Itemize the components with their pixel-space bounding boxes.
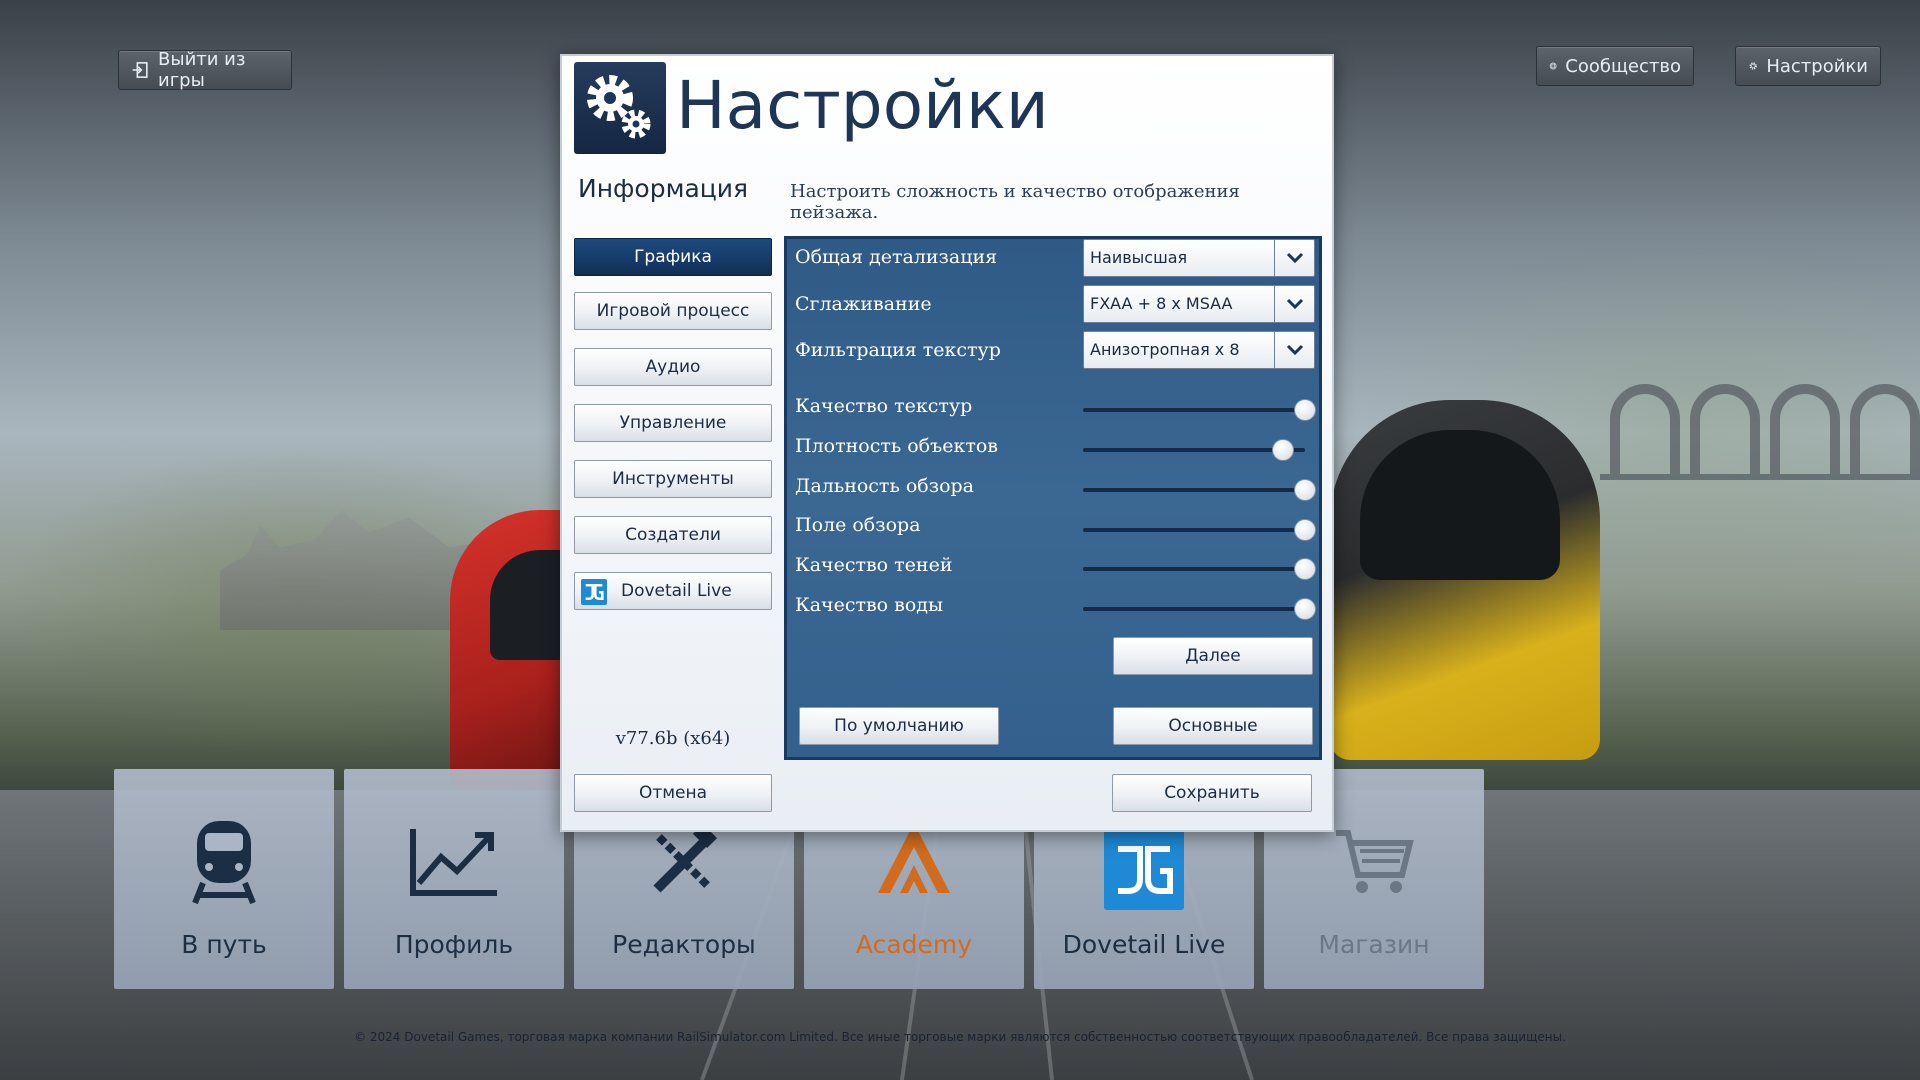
copyright-text: © 2024 Dovetail Games, торговая марка ко… bbox=[354, 1030, 1566, 1044]
texture-quality-slider[interactable] bbox=[1083, 398, 1316, 422]
save-button[interactable]: Сохранить bbox=[1112, 774, 1312, 812]
setting-label-texture-quality: Качество текстур bbox=[795, 395, 973, 417]
exit-game-label: Выйти из игры bbox=[158, 49, 246, 91]
setting-label-overall-detail: Общая детализация bbox=[795, 246, 998, 268]
tile-journey[interactable]: В путь bbox=[114, 769, 334, 989]
exit-game-button[interactable]: Выйти из игры bbox=[118, 49, 292, 91]
shadow-quality-slider[interactable] bbox=[1083, 557, 1316, 581]
slider-knob[interactable] bbox=[1294, 598, 1316, 620]
setting-label-shadow-quality: Качество теней bbox=[795, 554, 953, 576]
chevron-down-icon[interactable] bbox=[1274, 240, 1314, 276]
tile-profile-label: Профиль bbox=[394, 930, 514, 959]
setting-label-water-quality: Качество воды bbox=[795, 594, 944, 616]
defaults-button[interactable]: По умолчанию bbox=[799, 707, 999, 745]
texture-filtering-dropdown[interactable]: Анизотропная x 8 bbox=[1083, 331, 1315, 369]
version-text: v77.6b (x64) bbox=[615, 728, 731, 749]
train-icon bbox=[176, 814, 272, 910]
chevron-down-icon[interactable] bbox=[1274, 332, 1314, 368]
slider-knob[interactable] bbox=[1271, 439, 1294, 461]
antialiasing-dropdown[interactable]: FXAA + 8 x MSAA bbox=[1083, 285, 1315, 323]
antialiasing-value: FXAA + 8 x MSAA bbox=[1090, 294, 1233, 313]
dialog-title: Настройки bbox=[676, 67, 1049, 144]
overall-detail-value: Наивысшая bbox=[1090, 248, 1188, 267]
nav-dovetail-live-button[interactable]: Dovetail Live bbox=[574, 572, 772, 610]
nav-dovetail-live-label: Dovetail Live bbox=[621, 581, 732, 601]
background-bridge bbox=[1600, 300, 1920, 480]
nav-audio-button[interactable]: Аудио bbox=[574, 348, 772, 386]
chart-line-icon bbox=[406, 814, 502, 910]
graphics-settings-panel: Общая детализация Наивысшая Сглаживание … bbox=[784, 236, 1322, 760]
chevron-down-icon[interactable] bbox=[1274, 286, 1314, 322]
setting-label-field-of-view: Поле обзора bbox=[795, 514, 921, 536]
setting-label-view-distance: Дальность обзора bbox=[795, 475, 974, 497]
dialog-description: Настроить сложность и качество отображен… bbox=[790, 181, 1240, 223]
cancel-button[interactable]: Отмена bbox=[574, 774, 772, 812]
settings-dialog: Настройки Информация Настроить сложность… bbox=[560, 54, 1334, 832]
community-label: Сообщество bbox=[1565, 55, 1681, 77]
shopping-cart-icon bbox=[1326, 814, 1422, 910]
background-train-yellow bbox=[1330, 400, 1600, 760]
tile-dovetail-live-label: Dovetail Live bbox=[1062, 930, 1226, 959]
settings-button[interactable]: Настройки bbox=[1735, 46, 1881, 86]
gear-icon bbox=[1749, 62, 1757, 70]
community-button[interactable]: Сообщество bbox=[1536, 46, 1694, 86]
object-density-slider[interactable] bbox=[1083, 438, 1305, 462]
setting-label-antialiasing: Сглаживание bbox=[795, 293, 932, 315]
nav-credits-button[interactable]: Создатели bbox=[574, 516, 772, 554]
texture-filtering-value: Анизотропная x 8 bbox=[1090, 340, 1240, 359]
nav-graphics-button[interactable]: Графика bbox=[574, 238, 772, 276]
water-quality-slider[interactable] bbox=[1083, 597, 1316, 621]
field-of-view-slider[interactable] bbox=[1083, 518, 1316, 542]
nav-tools-button[interactable]: Инструменты bbox=[574, 460, 772, 498]
settings-label: Настройки bbox=[1766, 55, 1868, 77]
tile-academy-label: Academy bbox=[855, 930, 973, 959]
tile-shop-label: Магазин bbox=[1318, 930, 1430, 959]
next-button[interactable]: Далее bbox=[1113, 637, 1313, 675]
tile-editors-label: Редакторы bbox=[612, 930, 756, 959]
globe-icon bbox=[1549, 62, 1557, 70]
setting-label-texture-filtering: Фильтрация текстур bbox=[795, 339, 1001, 361]
setting-label-object-density: Плотность объектов bbox=[795, 435, 998, 457]
exit-icon bbox=[132, 62, 148, 78]
dialog-subtitle: Информация bbox=[578, 174, 749, 203]
settings-gears-icon bbox=[574, 62, 666, 154]
slider-knob[interactable] bbox=[1294, 519, 1316, 541]
slider-knob[interactable] bbox=[1294, 558, 1316, 580]
slider-knob[interactable] bbox=[1294, 399, 1316, 421]
view-distance-slider[interactable] bbox=[1083, 478, 1316, 502]
nav-gameplay-button[interactable]: Игровой процесс bbox=[574, 292, 772, 330]
tile-profile[interactable]: Профиль bbox=[344, 769, 564, 989]
overall-detail-dropdown[interactable]: Наивысшая bbox=[1083, 239, 1315, 277]
tile-journey-label: В путь bbox=[181, 930, 267, 959]
slider-knob[interactable] bbox=[1294, 479, 1316, 501]
dovetail-live-icon bbox=[1104, 830, 1184, 910]
nav-controls-button[interactable]: Управление bbox=[574, 404, 772, 442]
dovetail-live-icon bbox=[581, 579, 607, 605]
basic-button[interactable]: Основные bbox=[1113, 707, 1313, 745]
